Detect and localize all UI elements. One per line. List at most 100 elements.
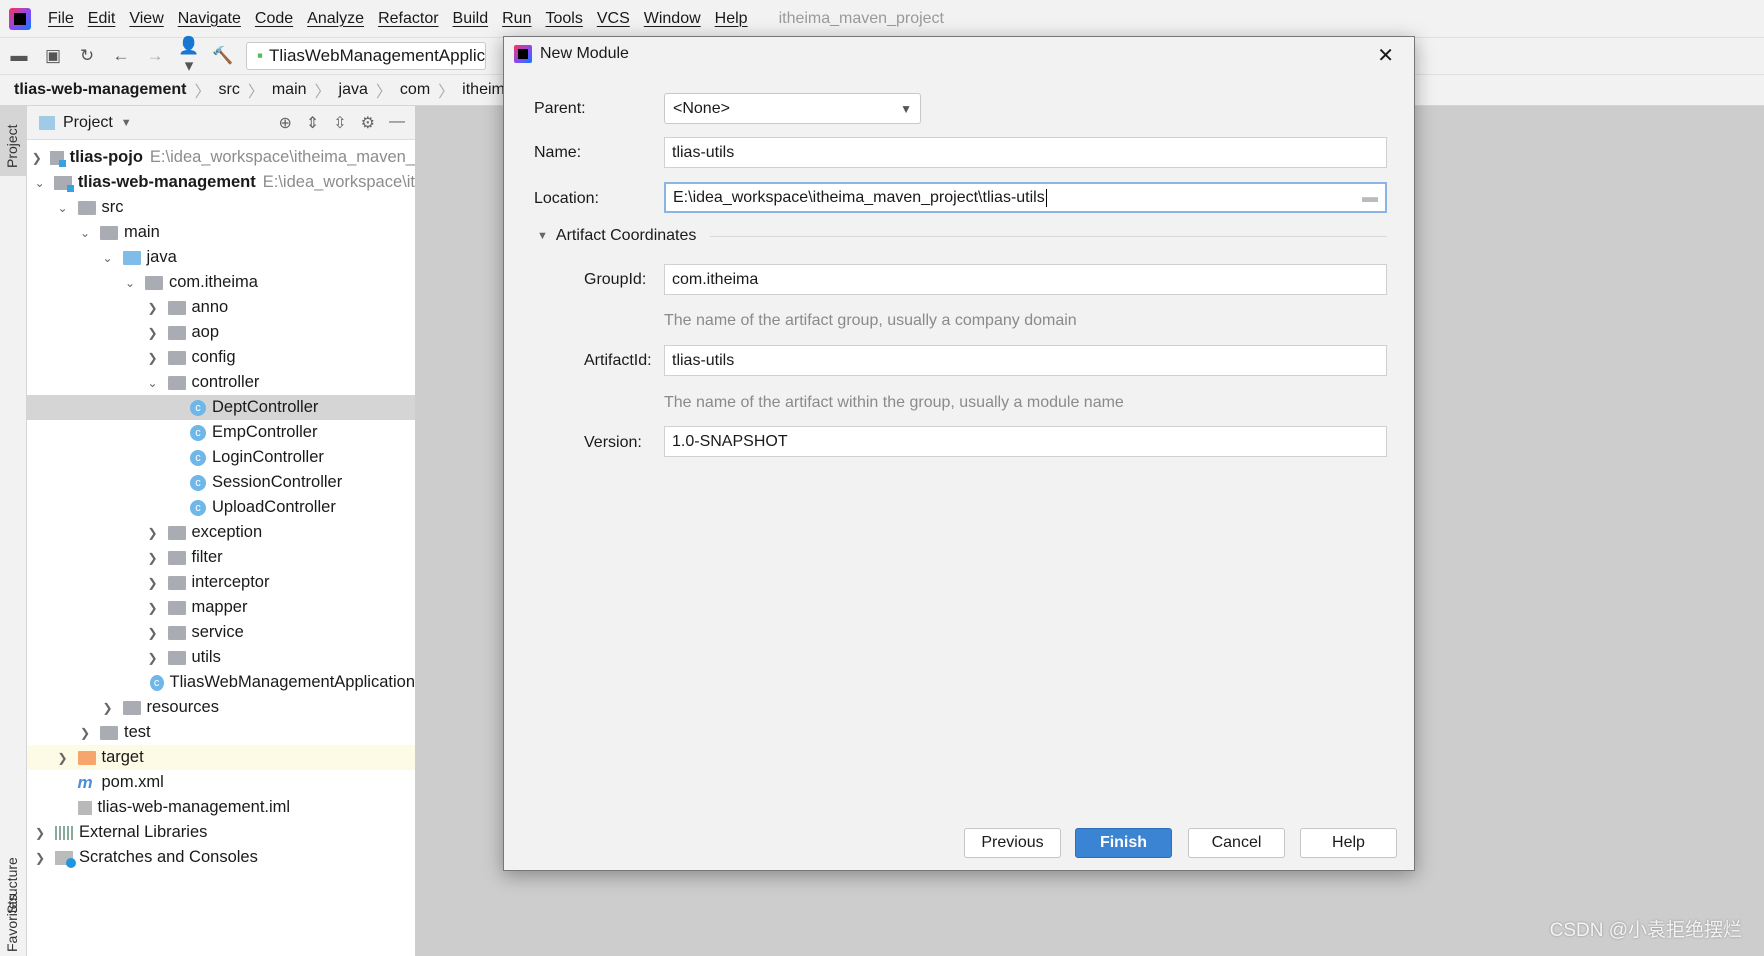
tree-item[interactable]: ⌄ tlias-web-management E:\idea_workspace\i…: [27, 170, 415, 195]
groupid-input[interactable]: com.itheima: [664, 264, 1387, 295]
chevron-right-icon[interactable]: ❯: [146, 651, 160, 665]
tree-item[interactable]: ❯ Scratches and Consoles: [27, 845, 415, 870]
menu-refactor[interactable]: Refactor: [371, 10, 445, 28]
close-icon[interactable]: ✕: [1377, 43, 1394, 68]
tree-item[interactable]: ❯ tlias-pojo E:\idea_workspace\itheima_mav…: [27, 145, 415, 170]
open-folder-icon[interactable]: ▬: [8, 46, 30, 66]
minimize-icon[interactable]: —: [389, 113, 405, 133]
menu-file[interactable]: File: [41, 10, 81, 28]
tree-item[interactable]: ❯ External Libraries: [27, 820, 415, 845]
menu-code[interactable]: Code: [248, 10, 300, 28]
tree-item[interactable]: tlias-web-management.iml: [27, 795, 415, 820]
tree-item[interactable]: ⌄ controller: [27, 370, 415, 395]
breadcrumb-item[interactable]: src: [219, 81, 240, 99]
chevron-right-icon[interactable]: ❯: [146, 576, 160, 590]
menu-vcs[interactable]: VCS: [590, 10, 637, 28]
project-tool-label[interactable]: Project: [4, 124, 20, 168]
browse-folder-icon[interactable]: ▬: [1362, 189, 1378, 207]
gear-icon[interactable]: ⚙: [361, 113, 375, 133]
tree-item[interactable]: c SessionController: [27, 470, 415, 495]
chevron-down-icon[interactable]: ⌄: [56, 201, 70, 215]
name-value: tlias-utils: [672, 143, 735, 161]
chevron-down-icon[interactable]: ⌄: [146, 376, 160, 390]
parent-dropdown[interactable]: <None> ▼: [664, 93, 921, 124]
menu-view[interactable]: View: [122, 10, 170, 28]
tree-item[interactable]: ❯ utils: [27, 645, 415, 670]
tree-item[interactable]: ❯ resources: [27, 695, 415, 720]
artifactid-input[interactable]: tlias-utils: [664, 345, 1387, 376]
tree-item[interactable]: c UploadController: [27, 495, 415, 520]
chevron-down-icon[interactable]: ⌄: [33, 176, 47, 190]
menu-run[interactable]: Run: [495, 10, 538, 28]
chevron-right-icon[interactable]: ❯: [146, 301, 160, 315]
breadcrumb-item[interactable]: com: [400, 81, 430, 99]
chevron-down-icon[interactable]: ⌄: [78, 226, 92, 240]
save-icon[interactable]: ▣: [42, 46, 64, 66]
chevron-right-icon[interactable]: ❯: [146, 601, 160, 615]
chevron-right-icon[interactable]: ❯: [146, 626, 160, 640]
tree-item[interactable]: ⌄ java: [27, 245, 415, 270]
chevron-right-icon[interactable]: ❯: [101, 701, 115, 715]
location-input[interactable]: E:\idea_workspace\itheima_maven_project\…: [664, 182, 1387, 213]
chevron-right-icon[interactable]: ❯: [146, 551, 160, 565]
cancel-button[interactable]: Cancel: [1188, 828, 1285, 858]
finish-button[interactable]: Finish: [1075, 828, 1172, 858]
user-icon[interactable]: 👤▾: [178, 36, 200, 76]
tree-item[interactable]: m pom.xml: [27, 770, 415, 795]
run-config-selector[interactable]: ▪TliasWebManagementApplication: [246, 42, 486, 70]
tree-item[interactable]: ❯ service: [27, 620, 415, 645]
back-icon[interactable]: ←: [110, 46, 132, 66]
tree-item[interactable]: c TliasWebManagementApplication: [27, 670, 415, 695]
tree-item[interactable]: ❯ mapper: [27, 595, 415, 620]
chevron-right-icon[interactable]: ❯: [146, 526, 160, 540]
collapse-triangle-icon[interactable]: ▼: [537, 230, 548, 242]
chevron-right-icon[interactable]: ❯: [56, 751, 70, 765]
expand-all-icon[interactable]: ⇕: [306, 113, 319, 133]
project-view-selector[interactable]: Project: [63, 114, 113, 132]
chevron-right-icon[interactable]: ❯: [146, 351, 160, 365]
breadcrumb-item[interactable]: tlias-web-management: [14, 81, 186, 99]
menu-tools[interactable]: Tools: [538, 10, 589, 28]
tree-item[interactable]: ❯ filter: [27, 545, 415, 570]
build-hammer-icon[interactable]: 🔨: [212, 46, 234, 66]
sync-icon[interactable]: ↻: [76, 46, 98, 66]
tree-item[interactable]: ❯ anno: [27, 295, 415, 320]
chevron-down-icon[interactable]: ⌄: [123, 276, 137, 290]
locate-icon[interactable]: ⊕: [278, 113, 291, 133]
tree-item[interactable]: ❯ test: [27, 720, 415, 745]
tree-item[interactable]: ❯ target: [27, 745, 415, 770]
chevron-down-icon[interactable]: ⌄: [101, 251, 115, 265]
chevron-down-icon[interactable]: ▼: [121, 117, 132, 129]
menu-analyze[interactable]: Analyze: [300, 10, 371, 28]
favorites-tool-label[interactable]: Favorites: [4, 894, 20, 952]
menu-edit[interactable]: Edit: [81, 10, 123, 28]
forward-icon[interactable]: →: [144, 46, 166, 66]
breadcrumb-item[interactable]: java: [339, 81, 368, 99]
version-input[interactable]: 1.0-SNAPSHOT: [664, 426, 1387, 457]
tree-item[interactable]: ❯ aop: [27, 320, 415, 345]
menu-build[interactable]: Build: [446, 10, 496, 28]
tree-item[interactable]: ⌄ src: [27, 195, 415, 220]
tree-item[interactable]: c DeptController: [27, 395, 415, 420]
tree-item[interactable]: ⌄ main: [27, 220, 415, 245]
chevron-right-icon[interactable]: ❯: [146, 326, 160, 340]
menu-help[interactable]: Help: [708, 10, 755, 28]
tree-item[interactable]: ❯ interceptor: [27, 570, 415, 595]
chevron-right-icon[interactable]: ❯: [32, 151, 43, 165]
chevron-right-icon[interactable]: ❯: [33, 851, 47, 865]
name-input[interactable]: tlias-utils: [664, 137, 1387, 168]
breadcrumb-item[interactable]: main: [272, 81, 307, 99]
menu-window[interactable]: Window: [637, 10, 708, 28]
collapse-all-icon[interactable]: ⇳: [333, 113, 346, 133]
tree-item[interactable]: ❯ config: [27, 345, 415, 370]
chevron-right-icon[interactable]: ❯: [78, 726, 92, 740]
artifact-coordinates-section[interactable]: ▼ Artifact Coordinates: [537, 227, 1387, 245]
tree-item[interactable]: c LoginController: [27, 445, 415, 470]
chevron-right-icon[interactable]: ❯: [33, 826, 47, 840]
help-button[interactable]: Help: [1300, 828, 1397, 858]
tree-item[interactable]: c EmpController: [27, 420, 415, 445]
menu-navigate[interactable]: Navigate: [171, 10, 248, 28]
tree-item[interactable]: ⌄ com.itheima: [27, 270, 415, 295]
tree-item[interactable]: ❯ exception: [27, 520, 415, 545]
previous-button[interactable]: Previous: [964, 828, 1061, 858]
